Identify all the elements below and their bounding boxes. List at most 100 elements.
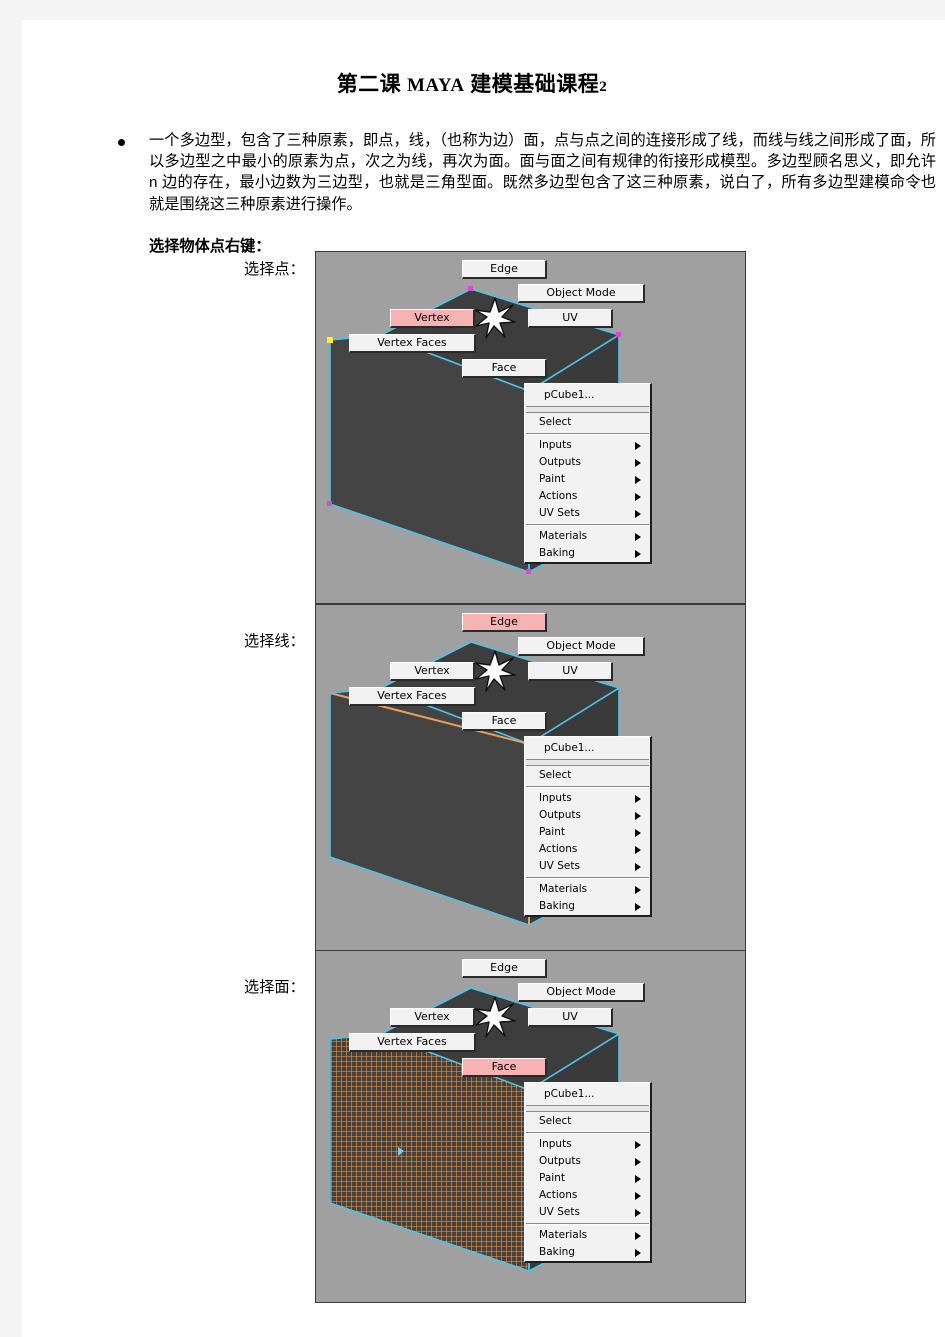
- context-menu-paint-label: Paint: [539, 473, 565, 485]
- context-menu-select[interactable]: Select: [525, 767, 650, 784]
- submenu-arrow-icon: [635, 863, 641, 871]
- context-menu-baking[interactable]: Baking: [525, 1244, 650, 1261]
- context-menu-inputs[interactable]: Inputs: [525, 437, 650, 454]
- context-menu-baking-label: Baking: [539, 1246, 575, 1258]
- submenu-arrow-icon: [635, 1175, 641, 1183]
- context-menu-select[interactable]: Select: [525, 414, 650, 431]
- context-menu[interactable]: pCube1... Select Inputs Outputs Paint Ac…: [524, 1082, 652, 1263]
- marking-menu-vertex[interactable]: Vertex: [390, 662, 475, 681]
- context-menu[interactable]: pCube1... Select Inputs Outputs Paint Ac…: [524, 383, 652, 564]
- submenu-arrow-icon: [635, 829, 641, 837]
- title-prefix: 第二课: [336, 72, 402, 96]
- marking-menu-vertex[interactable]: Vertex: [390, 1008, 475, 1027]
- context-menu-baking-label: Baking: [539, 900, 575, 912]
- context-menu-uv-sets[interactable]: UV Sets: [525, 1204, 650, 1221]
- context-menu-separator: [526, 877, 649, 879]
- context-menu-separator: [526, 1223, 649, 1225]
- context-menu-materials-label: Materials: [539, 530, 588, 542]
- submenu-arrow-icon: [635, 1158, 641, 1166]
- marking-menu-object-mode[interactable]: Object Mode: [518, 637, 645, 656]
- caption-select-face: 选择面：: [244, 979, 305, 996]
- context-menu-materials-label: Materials: [539, 1229, 588, 1241]
- maya-viewport[interactable]: Edge Object Mode Vertex UV Vertex Faces …: [316, 252, 745, 603]
- context-menu-uv-sets-label: UV Sets: [539, 507, 580, 519]
- marking-menu-edge[interactable]: Edge: [462, 613, 547, 632]
- context-menu-uv-sets-label: UV Sets: [539, 1206, 580, 1218]
- context-menu-outputs-label: Outputs: [539, 809, 581, 821]
- context-menu-outputs[interactable]: Outputs: [525, 1153, 650, 1170]
- marking-menu-uv[interactable]: UV: [528, 662, 613, 681]
- context-menu-actions[interactable]: Actions: [525, 841, 650, 858]
- marking-menu-edge[interactable]: Edge: [462, 959, 547, 978]
- context-menu-baking[interactable]: Baking: [525, 898, 650, 915]
- context-menu-tearoff[interactable]: [526, 1105, 649, 1112]
- context-menu-paint[interactable]: Paint: [525, 1170, 650, 1187]
- context-menu-inputs-label: Inputs: [539, 1138, 572, 1150]
- context-menu-uv-sets[interactable]: UV Sets: [525, 858, 650, 875]
- context-menu-paint-label: Paint: [539, 826, 565, 838]
- context-menu-baking[interactable]: Baking: [525, 545, 650, 562]
- context-menu-tearoff[interactable]: [526, 406, 649, 413]
- context-menu-outputs[interactable]: Outputs: [525, 454, 650, 471]
- submenu-arrow-icon: [635, 1141, 641, 1149]
- context-menu-actions[interactable]: Actions: [525, 1187, 650, 1204]
- context-menu-inputs[interactable]: Inputs: [525, 790, 650, 807]
- caption-select-vertex: 选择点：: [244, 261, 305, 278]
- context-menu-outputs[interactable]: Outputs: [525, 807, 650, 824]
- context-menu-inputs-label: Inputs: [539, 439, 572, 451]
- context-menu-actions-label: Actions: [539, 490, 578, 502]
- submenu-arrow-icon: [635, 846, 641, 854]
- marking-menu-face[interactable]: Face: [462, 1058, 547, 1077]
- bullet-marker: [118, 132, 128, 146]
- context-menu-actions[interactable]: Actions: [525, 488, 650, 505]
- context-menu-select[interactable]: Select: [525, 1113, 650, 1130]
- marking-menu-face[interactable]: Face: [462, 712, 547, 731]
- maya-viewport[interactable]: Edge Object Mode Vertex UV Vertex Faces …: [316, 605, 745, 956]
- submenu-arrow-icon: [635, 510, 641, 518]
- context-menu-materials[interactable]: Materials: [525, 1227, 650, 1244]
- caption-select-edge: 选择线：: [244, 633, 305, 650]
- marking-menu-vertex[interactable]: Vertex: [390, 309, 475, 328]
- submenu-arrow-icon: [635, 442, 641, 450]
- context-menu-inputs[interactable]: Inputs: [525, 1136, 650, 1153]
- bullet-dot-icon: [118, 139, 125, 146]
- context-menu-separator: [526, 786, 649, 788]
- marking-menu-face[interactable]: Face: [462, 359, 547, 378]
- submenu-arrow-icon: [635, 812, 641, 820]
- marking-menu-vertex-faces[interactable]: Vertex Faces: [349, 687, 476, 706]
- marking-menu-vertex-faces[interactable]: Vertex Faces: [349, 334, 476, 353]
- submenu-arrow-icon: [635, 550, 641, 558]
- maya-viewport[interactable]: Edge Object Mode Vertex UV Vertex Faces …: [316, 951, 745, 1302]
- context-menu-materials[interactable]: Materials: [525, 881, 650, 898]
- marking-menu-object-mode[interactable]: Object Mode: [518, 284, 645, 303]
- context-menu-materials-label: Materials: [539, 883, 588, 895]
- marking-menu-uv[interactable]: UV: [528, 1008, 613, 1027]
- context-menu-tearoff[interactable]: [526, 759, 649, 766]
- submenu-arrow-icon: [635, 1232, 641, 1240]
- context-menu-uv-sets[interactable]: UV Sets: [525, 505, 650, 522]
- submenu-arrow-icon: [635, 493, 641, 501]
- marking-menu-burst-icon: [474, 996, 516, 1038]
- document-page: 第二课 MAYA 建模基础课程2 一个多边型，包含了三种原素，即点，线，（也称为…: [22, 20, 945, 1337]
- subheading: 选择物体点右键：: [149, 238, 271, 255]
- submenu-arrow-icon: [635, 476, 641, 484]
- context-menu-title[interactable]: pCube1...: [525, 1084, 650, 1104]
- title-number: 2: [599, 79, 608, 95]
- marking-menu-object-mode[interactable]: Object Mode: [518, 983, 645, 1002]
- page-title: 第二课 MAYA 建模基础课程2: [22, 68, 922, 98]
- context-menu-uv-sets-label: UV Sets: [539, 860, 580, 872]
- submenu-arrow-icon: [635, 795, 641, 803]
- marking-menu-burst-icon: [474, 297, 516, 339]
- context-menu-actions-label: Actions: [539, 843, 578, 855]
- context-menu-paint[interactable]: Paint: [525, 471, 650, 488]
- context-menu-materials[interactable]: Materials: [525, 528, 650, 545]
- context-menu-title[interactable]: pCube1...: [525, 385, 650, 405]
- marking-menu-edge[interactable]: Edge: [462, 260, 547, 279]
- submenu-arrow-icon: [635, 1209, 641, 1217]
- context-menu-paint[interactable]: Paint: [525, 824, 650, 841]
- context-menu-title[interactable]: pCube1...: [525, 738, 650, 758]
- submenu-arrow-icon: [635, 459, 641, 467]
- marking-menu-uv[interactable]: UV: [528, 309, 613, 328]
- context-menu[interactable]: pCube1... Select Inputs Outputs Paint Ac…: [524, 736, 652, 917]
- marking-menu-vertex-faces[interactable]: Vertex Faces: [349, 1033, 476, 1052]
